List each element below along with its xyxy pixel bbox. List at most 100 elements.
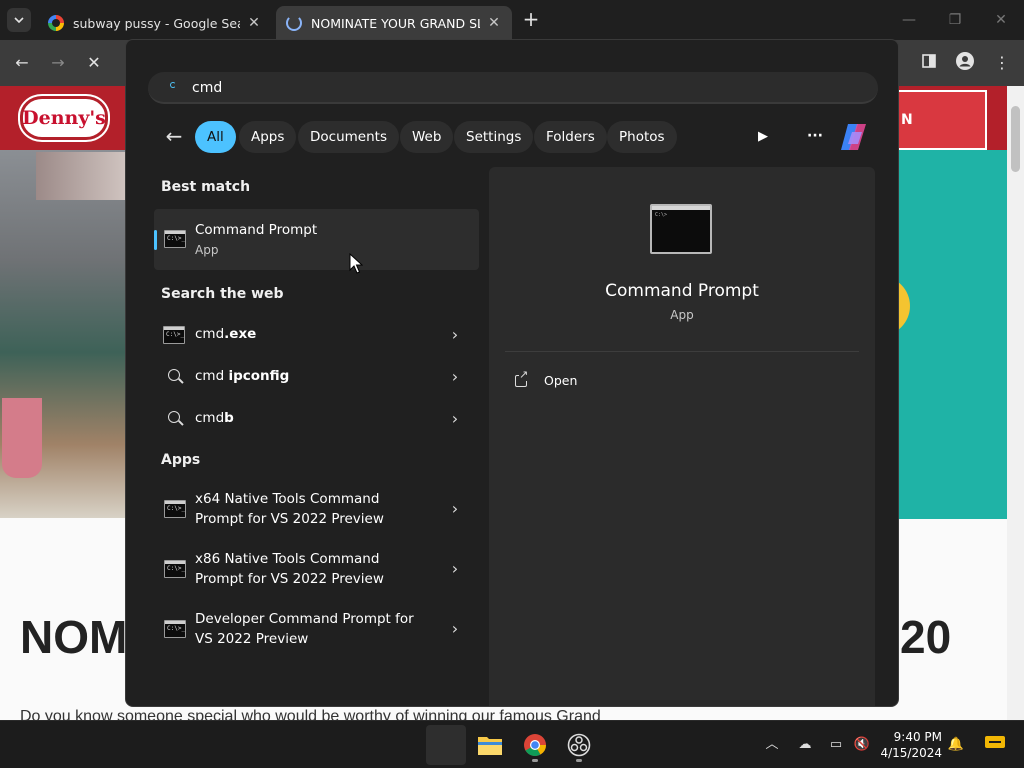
browser-tab-nominate[interactable]: NOMINATE YOUR GRAND SLA ✕ (276, 6, 512, 40)
menu-kebab-icon[interactable]: ⋮ (991, 52, 1013, 74)
notification-bell-icon[interactable]: 🔔 (946, 735, 966, 755)
chevron-right-icon[interactable]: › (447, 367, 463, 387)
restore-icon[interactable]: ❐ (943, 8, 967, 32)
web-result-label: cmd.exe (195, 326, 257, 342)
tab-title: subway pussy - Google Search (73, 15, 240, 31)
best-match-command-prompt[interactable]: Command Prompt App (154, 209, 479, 270)
folder-icon (478, 737, 502, 755)
system-clock[interactable]: 9:40 PM 4/15/2024 (856, 729, 942, 761)
search-spinner-icon (170, 82, 176, 88)
mouse-cursor-icon (349, 253, 363, 274)
chevron-right-icon[interactable]: › (447, 499, 463, 519)
chrome-icon (524, 734, 546, 756)
app-result-x64-native-tools[interactable]: x64 Native Tools CommandPrompt for VS 20… (154, 481, 479, 537)
onedrive-offline-icon[interactable]: ☁ (795, 735, 815, 755)
open-action[interactable]: Open (515, 369, 635, 393)
side-panel-glyph (922, 54, 936, 68)
side-panel-icon[interactable] (918, 52, 940, 74)
cmd-icon (163, 326, 185, 344)
tab-title: NOMINATE YOUR GRAND SLA (311, 15, 480, 31)
obs-icon (567, 733, 591, 757)
command-prompt-large-icon (650, 204, 712, 254)
filter-all[interactable]: All (195, 121, 236, 153)
taskbar: ︿ ☁ ▭ 🔇 9:40 PM 4/15/2024 🔔 (0, 720, 1024, 768)
windows-search-panel: ← All Apps Documents Web Settings Folder… (125, 39, 899, 707)
chevron-up-icon[interactable]: ︿ (762, 735, 782, 755)
preview-build-badge-icon (984, 735, 1006, 755)
browser-tab-google[interactable]: subway pussy - Google Search ✕ (38, 6, 272, 40)
copilot-icon[interactable] (838, 122, 870, 152)
filter-documents[interactable]: Documents (298, 121, 399, 153)
back-arrow-icon[interactable]: ← (162, 125, 186, 149)
app-result-x86-native-tools[interactable]: x86 Native Tools CommandPrompt for VS 20… (154, 541, 479, 597)
search-icon (168, 369, 180, 381)
back-arrow-icon[interactable]: ← (11, 52, 33, 74)
person-icon (956, 52, 974, 70)
header-cta-button[interactable]: N (897, 90, 987, 150)
clock-time: 9:40 PM (893, 730, 942, 744)
start-button[interactable] (426, 725, 466, 765)
chevron-down-icon (14, 17, 24, 23)
file-explorer-button[interactable] (470, 725, 510, 765)
loading-favicon (286, 15, 302, 31)
chevron-right-icon[interactable]: › (447, 619, 463, 639)
dennys-logo[interactable]: Denny's (20, 96, 108, 140)
filter-settings[interactable]: Settings (454, 121, 534, 153)
app-result-label: x64 Native Tools Command Prompt for VS 20… (195, 491, 384, 527)
app-result-developer-command-prompt[interactable]: Developer Command Prompt forVS 2022 Prev… (154, 601, 479, 657)
app-result-label: x86 Native Tools Command Prompt for VS 20… (195, 551, 384, 587)
detail-title: Command Prompt (605, 281, 759, 301)
selection-indicator (154, 230, 157, 250)
page-heading-right: 20 (900, 611, 952, 663)
web-result-label: cmdb (195, 410, 234, 426)
filter-folders[interactable]: Folders (534, 121, 607, 153)
filter-photos[interactable]: Photos (607, 121, 677, 153)
filter-apps[interactable]: Apps (239, 121, 297, 153)
chrome-running-indicator (532, 759, 538, 762)
promo-graphic (898, 150, 1007, 519)
chevron-right-icon[interactable]: › (447, 409, 463, 429)
scrollbar-thumb[interactable] (1011, 106, 1020, 172)
browser-tabstrip: subway pussy - Google Search ✕ NOMINATE … (0, 0, 1024, 40)
best-match-title: Command Prompt (195, 222, 318, 238)
filter-web[interactable]: Web (400, 121, 454, 153)
new-tab-button[interactable]: + (520, 9, 542, 31)
section-best-match: Best match (161, 179, 251, 195)
filter-chip-row: ← All Apps Documents Web Settings Folder… (148, 121, 878, 153)
search-box[interactable] (148, 72, 878, 104)
page-body-text: Do you know someone special who would be… (20, 708, 601, 720)
profile-avatar-icon[interactable] (954, 52, 976, 74)
tab-search-dropdown[interactable] (7, 8, 31, 32)
app-result-label: Developer Command Prompt for VS 2022 Prev… (195, 611, 414, 647)
web-result-cmdb[interactable]: cmdb › (154, 399, 479, 439)
best-match-subtitle: App (195, 243, 219, 257)
web-result-cmd-ipconfig[interactable]: cmd ipconfig › (154, 357, 479, 397)
minimize-icon[interactable]: — (897, 8, 921, 32)
hero-photo-detail (36, 152, 125, 200)
obs-running-indicator (576, 759, 582, 762)
command-prompt-icon (164, 620, 186, 638)
stop-loading-icon[interactable]: ✕ (83, 52, 105, 74)
search-icon (168, 411, 180, 423)
search-input[interactable] (192, 78, 792, 98)
play-icon[interactable]: ▶ (752, 126, 774, 148)
section-apps: Apps (161, 452, 201, 468)
command-prompt-icon (164, 230, 186, 248)
google-favicon (48, 15, 64, 31)
close-window-icon[interactable]: ✕ (989, 8, 1013, 32)
detail-divider (505, 351, 859, 352)
forward-arrow-icon[interactable]: → (47, 52, 69, 74)
open-external-icon (515, 369, 529, 387)
network-icon[interactable]: ▭ (826, 735, 846, 755)
chevron-right-icon[interactable]: › (447, 325, 463, 345)
pre-badge-glyph (985, 736, 1005, 748)
result-detail-panel: Command Prompt App Open (489, 167, 875, 706)
close-tab-icon[interactable]: ✕ (246, 15, 262, 31)
more-options-icon[interactable]: ··· (804, 126, 826, 148)
section-search-web: Search the web (161, 286, 284, 302)
page-scrollbar[interactable] (1007, 86, 1024, 720)
web-result-label: cmd ipconfig (195, 368, 290, 384)
web-result-cmd-exe[interactable]: cmd.exe › (154, 315, 479, 355)
close-tab-icon[interactable]: ✕ (486, 15, 502, 31)
chevron-right-icon[interactable]: › (447, 559, 463, 579)
